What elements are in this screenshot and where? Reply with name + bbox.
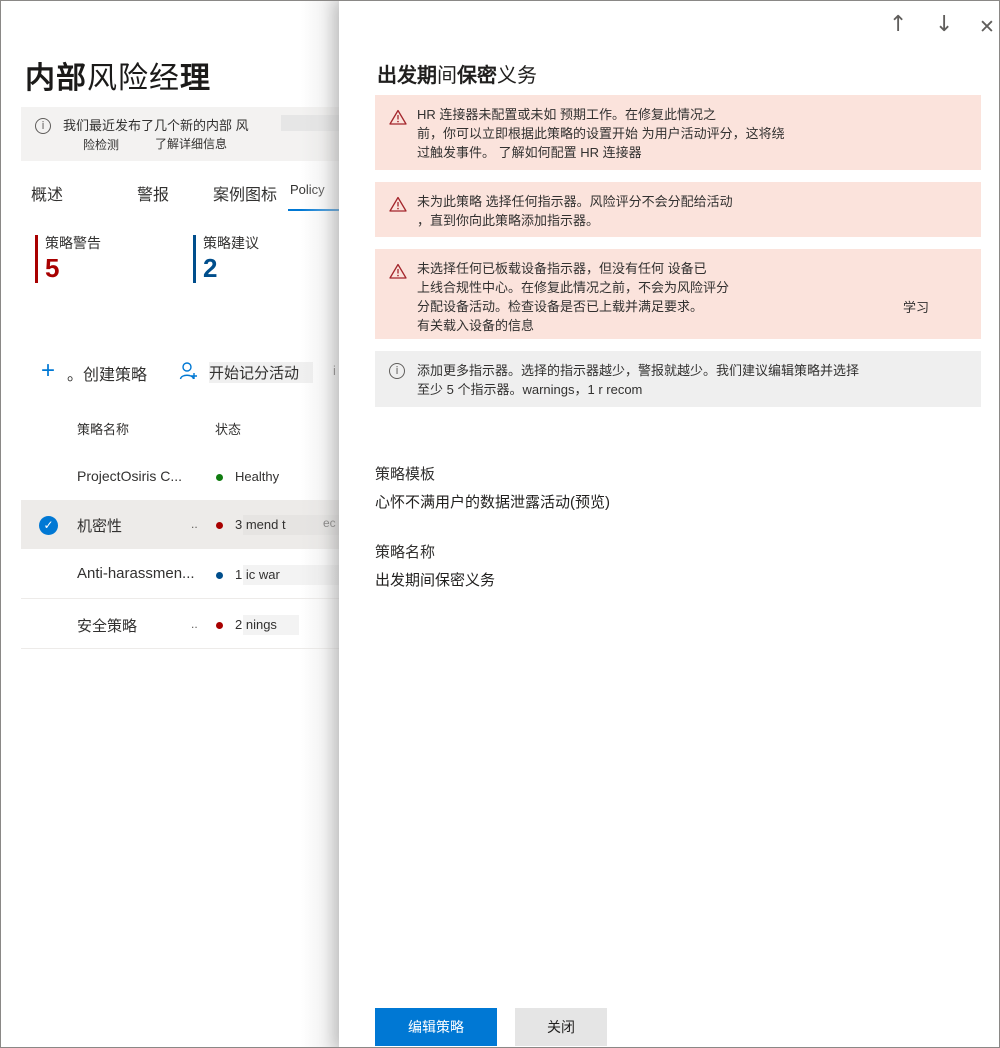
info-text: 添加更多指示器。选择的指示器越少，警报就越少。我们建议编辑策略并选择 至少 5 … (417, 363, 860, 397)
status-dot (216, 622, 223, 629)
policy-name: 机密性 (77, 518, 123, 535)
background-page: 内部风险经理 i 我们最近发布了几个新的内部 风 险检测 了解详细信息 概述 警… (1, 1, 351, 1047)
policy-status: Healthy (235, 469, 280, 484)
edit-policy-button[interactable]: 编辑策略 (375, 1008, 497, 1046)
hr-connector-warning: HR 连接器未配置或未如 预期工作。在修复此情况之 前，你可以立即根据此策略的设… (375, 95, 981, 170)
more-commands[interactable]: i (333, 363, 336, 378)
template-label: 策略模板 (375, 466, 436, 483)
table-row[interactable]: 安全策略 .. 2 nings (21, 601, 339, 649)
checkmark-icon[interactable]: ✓ (39, 516, 58, 535)
policy-name: Anti-harassmen... (77, 565, 195, 582)
tab-overview[interactable]: 概述 (31, 181, 63, 205)
tab-bar: 概述 警报 案例图标 Policy (1, 169, 341, 213)
status-extra: ec (323, 516, 336, 530)
table-row[interactable]: ProjectOsiris C... Healthy (21, 453, 339, 501)
info-icon: i (35, 118, 51, 134)
policy-name-label: 策略名称 (375, 544, 436, 561)
previous-arrow-icon[interactable]: ↑ (889, 13, 907, 37)
tab-policy[interactable]: Policy (288, 182, 341, 211)
column-header-name[interactable]: 策略名称 (77, 419, 129, 438)
policy-name: 安全策略 (77, 618, 138, 635)
app-window: 内部风险经理 i 我们最近发布了几个新的内部 风 险检测 了解详细信息 概述 警… (0, 0, 1000, 1048)
warning-icon (389, 109, 407, 125)
next-arrow-icon[interactable]: ↓ (935, 13, 953, 37)
policy-status: 1 ic war (235, 567, 280, 582)
warning-text: HR 连接器未配置或未如 预期工作。在修复此情况之 前，你可以立即根据此策略的设… (417, 107, 785, 160)
command-bar: + 。创建策略 开始记分活动 i (1, 357, 339, 387)
close-button[interactable]: 关闭 (515, 1008, 607, 1046)
close-icon[interactable]: ✕ (979, 15, 995, 39)
learn-more-link[interactable]: 了解详细信息 (155, 135, 227, 152)
warning-icon (389, 196, 407, 212)
table-row[interactable]: Anti-harassmen... 1 ic war (21, 551, 339, 599)
metric-value: 5 (45, 253, 60, 283)
user-add-icon[interactable] (179, 361, 199, 381)
policy-details-panel: ↑ ↓ ✕ 出发期间保密义务 HR 连接器未配置或未如 预期工作。在修复此情况之… (339, 1, 999, 1047)
add-icon[interactable]: + (41, 359, 55, 383)
status-dot (216, 522, 223, 529)
device-indicators-warning: 未选择任何已板载设备指示器，但没有任何 设备已 上线合规性中心。在修复此情况之前… (375, 249, 981, 339)
more-dots: .. (191, 517, 198, 531)
status-dot (216, 474, 223, 481)
more-dots: .. (191, 617, 198, 631)
policy-name: ProjectOsiris C... (77, 468, 183, 484)
start-scoring-button[interactable]: 开始记分活动 (209, 362, 314, 383)
tab-cases[interactable]: 案例图标 (213, 181, 277, 205)
tab-alerts[interactable]: 警报 (137, 181, 169, 205)
policy-status: 3 mend t (235, 517, 286, 532)
table-row-selected[interactable]: ✓ 机密性 .. 3 mend t ec (21, 501, 339, 549)
metric-policy-recommendations[interactable]: 策略建议 2 (193, 233, 259, 285)
warning-text: 未为此策略 选择任何指示器。风险评分不会分配给活动 ，直到你向此策略添加指示器。 (417, 194, 733, 228)
policy-status: 2 nings (235, 617, 277, 632)
warning-icon (389, 263, 407, 279)
template-value: 心怀不满用户的数据泄露活动(预览) (375, 494, 610, 511)
no-indicators-warning: 未为此策略 选择任何指示器。风险评分不会分配给活动 ，直到你向此策略添加指示器。 (375, 182, 981, 237)
info-icon: i (389, 363, 405, 379)
warning-text: 未选择任何已板载设备指示器，但没有任何 设备已 上线合规性中心。在修复此情况之前… (417, 261, 730, 333)
notice-text-2: 险检测 (83, 138, 120, 152)
learn-link[interactable]: 学习 (903, 297, 929, 316)
metric-label: 策略警告 (45, 235, 101, 251)
add-indicators-info: i 添加更多指示器。选择的指示器越少，警报就越少。我们建议编辑策略并选择 至少 … (375, 351, 981, 407)
metric-label: 策略建议 (203, 235, 259, 251)
column-header-status[interactable]: 状态 (215, 419, 241, 438)
notice-banner: i 我们最近发布了几个新的内部 风 险检测 了解详细信息 (21, 107, 351, 161)
page-title: 内部风险经理 (25, 62, 211, 95)
create-policy-button[interactable]: 。创建策略 (67, 361, 147, 385)
metric-value: 2 (203, 253, 218, 283)
metric-policy-warnings[interactable]: 策略警告 5 (35, 233, 101, 285)
status-dot (216, 572, 223, 579)
metric-bar (35, 235, 38, 283)
panel-title: 出发期间保密义务 (377, 65, 537, 87)
metric-bar (193, 235, 196, 283)
notice-text: 我们最近发布了几个新的内部 风 (63, 118, 249, 133)
policy-name-value: 出发期间保密义务 (375, 572, 496, 589)
